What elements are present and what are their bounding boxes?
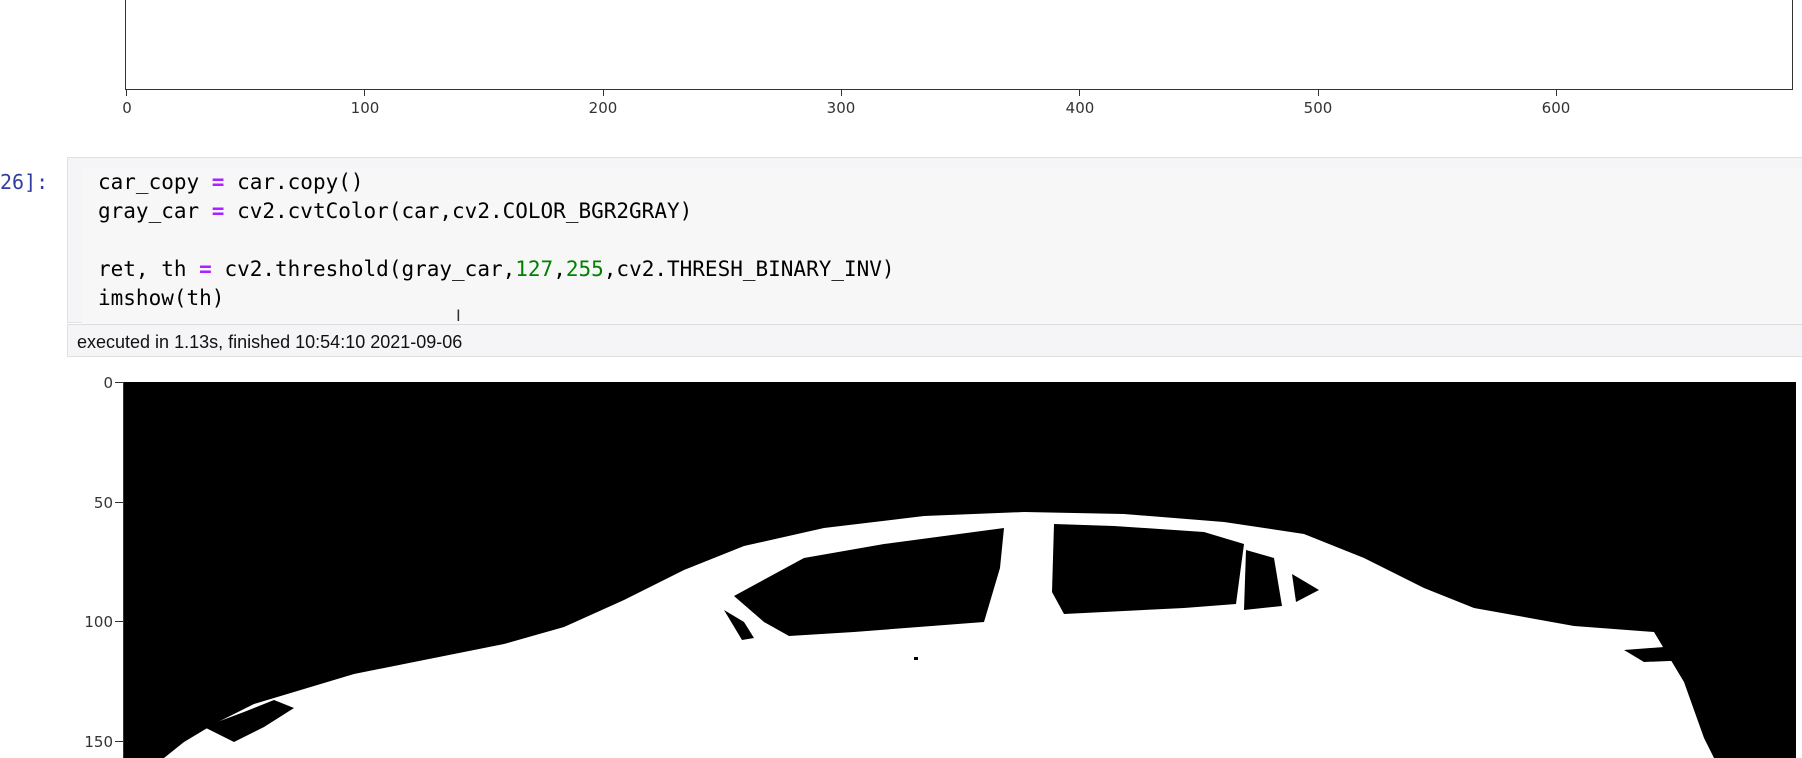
output-image xyxy=(123,382,1796,758)
text-cursor-icon: I xyxy=(456,306,461,325)
y-tick-label: 150 xyxy=(84,733,113,751)
y-tick-label: 0 xyxy=(103,374,113,392)
y-tick-label: 50 xyxy=(93,494,113,512)
x-tick xyxy=(1079,90,1080,96)
x-tick xyxy=(126,90,127,96)
y-tick xyxy=(115,621,123,622)
x-tick-label: 400 xyxy=(1065,99,1095,117)
x-tick xyxy=(1556,90,1557,96)
y-tick xyxy=(115,382,123,383)
x-tick-label: 300 xyxy=(826,99,856,117)
x-tick xyxy=(1318,90,1319,96)
x-tick-label: 100 xyxy=(350,99,380,117)
x-tick xyxy=(364,90,365,96)
code-line-5: imshow(th) xyxy=(98,286,225,310)
x-tick xyxy=(841,90,842,96)
y-tick xyxy=(115,502,123,503)
code-line-2: gray_car = cv2.cvtColor(car,cv2.COLOR_BG… xyxy=(98,199,693,223)
x-tick xyxy=(603,90,604,96)
previous-output-plot xyxy=(125,0,1793,90)
y-tick-label: 100 xyxy=(84,613,113,631)
code-line-4: ret, th = cv2.threshold(gray_car,127,255… xyxy=(98,257,895,281)
y-tick xyxy=(115,741,123,742)
cell-prompt: 26]: xyxy=(0,170,49,194)
x-tick-label: 600 xyxy=(1541,99,1571,117)
execution-info-bar: executed in 1.13s, finished 10:54:10 202… xyxy=(67,324,1802,357)
code-line-1: car_copy = car.copy() xyxy=(98,170,364,194)
thresholded-car-image xyxy=(124,382,1796,758)
execution-info-text: executed in 1.13s, finished 10:54:10 202… xyxy=(77,332,463,352)
x-tick-label: 0 xyxy=(122,99,132,117)
x-tick-label: 500 xyxy=(1303,99,1333,117)
x-tick-label: 200 xyxy=(588,99,618,117)
